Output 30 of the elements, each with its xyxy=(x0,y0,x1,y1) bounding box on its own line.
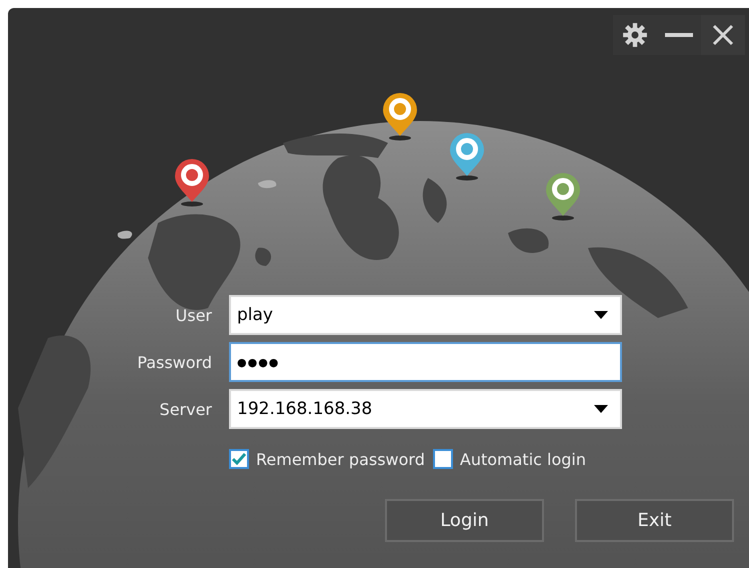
checkbox[interactable] xyxy=(432,449,453,469)
exit-button[interactable]: Exit xyxy=(575,499,734,542)
field-label: Password xyxy=(136,352,212,372)
check-icon xyxy=(232,453,246,465)
landmass-drawing xyxy=(508,228,549,253)
minimize-icon xyxy=(665,33,693,37)
field-label: Server xyxy=(158,400,212,418)
landmass-drawing xyxy=(422,178,447,223)
checkbox[interactable] xyxy=(229,449,249,469)
map-pin-icon xyxy=(175,159,209,206)
map-pin-icon xyxy=(546,173,580,220)
login-button[interactable]: Login xyxy=(385,499,544,542)
checkbox-label: Remember password xyxy=(256,450,425,468)
caret-icon xyxy=(594,405,608,413)
map-pin-icon xyxy=(450,133,484,180)
minimize-button[interactable] xyxy=(657,15,701,55)
settings-icon xyxy=(622,22,648,48)
dropdown-field[interactable]: play xyxy=(229,295,622,335)
close-button[interactable] xyxy=(701,15,745,55)
island-drawing xyxy=(118,230,132,239)
checkbox-label: Automatic login xyxy=(460,450,586,468)
island-drawing xyxy=(258,180,276,188)
field-label: User xyxy=(174,306,212,324)
caret-icon xyxy=(594,311,608,319)
dropdown-field[interactable]: 192.168.168.38 xyxy=(229,389,622,429)
input-field[interactable]: ●●●● xyxy=(229,342,622,382)
settings-button[interactable] xyxy=(613,15,657,55)
landmass-drawing xyxy=(255,248,272,266)
map-pin-icon xyxy=(383,93,417,140)
close-icon xyxy=(712,24,734,46)
